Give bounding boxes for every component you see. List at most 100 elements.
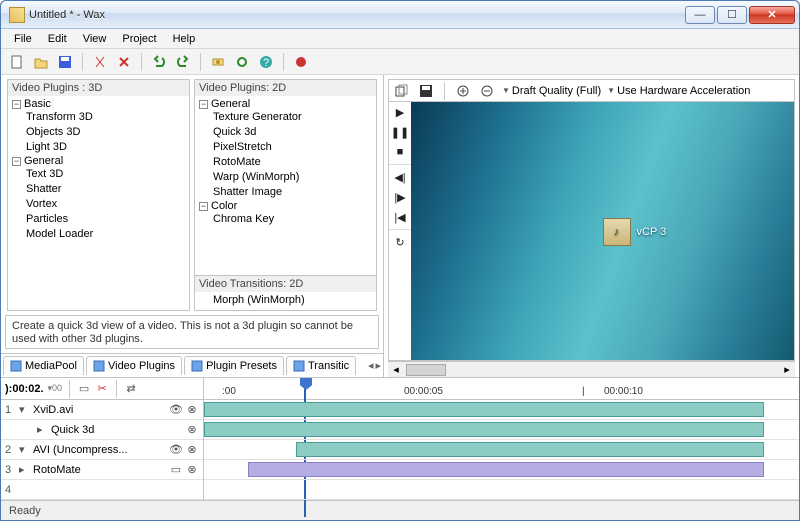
- scroll-right-icon[interactable]: ▸: [779, 363, 795, 376]
- zoom-out-icon[interactable]: [478, 82, 496, 100]
- track-header[interactable]: 4: [1, 480, 203, 500]
- accel-dropdown[interactable]: ▼Use Hardware Acceleration: [607, 85, 750, 97]
- clip[interactable]: [248, 462, 764, 477]
- undo-icon[interactable]: [149, 52, 169, 72]
- scroll-thumb[interactable]: [406, 364, 446, 376]
- clip[interactable]: [204, 402, 764, 417]
- clip[interactable]: [204, 422, 764, 437]
- close-button[interactable]: ✕: [749, 6, 795, 24]
- menu-edit[interactable]: Edit: [41, 31, 74, 47]
- close-icon[interactable]: ⊗: [185, 443, 199, 457]
- tree-item[interactable]: Text 3D: [26, 167, 185, 182]
- tree-item[interactable]: Texture Generator: [213, 110, 372, 125]
- track-row[interactable]: [204, 480, 799, 500]
- expander-icon[interactable]: ▸: [19, 463, 29, 476]
- close-icon[interactable]: ⊗: [185, 423, 199, 437]
- tree-item[interactable]: Light 3D: [26, 140, 185, 155]
- tree-group[interactable]: −Basic: [12, 98, 185, 110]
- tree-item[interactable]: Transform 3D: [26, 110, 185, 125]
- open-icon[interactable]: [31, 52, 51, 72]
- expander-icon[interactable]: −: [199, 100, 208, 109]
- help-icon[interactable]: ?: [256, 52, 276, 72]
- tree-item[interactable]: Objects 3D: [26, 125, 185, 140]
- save-frame-icon[interactable]: [417, 82, 435, 100]
- eye-icon[interactable]: 👁: [169, 403, 183, 417]
- tree-item[interactable]: Particles: [26, 212, 185, 227]
- menu-file[interactable]: File: [7, 31, 39, 47]
- tree-group[interactable]: −General: [199, 98, 372, 110]
- tab-scroll-left-icon[interactable]: ◂: [368, 359, 374, 372]
- preview-scrollbar[interactable]: ◂ ▸: [388, 361, 795, 377]
- timeline-tool-2-icon[interactable]: ✂: [95, 382, 109, 396]
- tree-item[interactable]: Shatter: [26, 182, 185, 197]
- close-icon[interactable]: ⊗: [185, 463, 199, 477]
- goto-start-icon[interactable]: ◀|: [389, 167, 411, 187]
- tab-plugin-presets[interactable]: Plugin Presets: [184, 356, 284, 375]
- plugins-2d-tree[interactable]: −GeneralTexture GeneratorQuick 3dPixelSt…: [195, 96, 376, 275]
- delete-icon[interactable]: [114, 52, 134, 72]
- record-icon[interactable]: [291, 52, 311, 72]
- track-header[interactable]: 3▸RotoMate▭⊗: [1, 460, 203, 480]
- timeline-tool-3-icon[interactable]: ⇄: [124, 382, 138, 396]
- expander-icon[interactable]: ▾: [19, 403, 29, 416]
- expander-icon[interactable]: −: [199, 202, 208, 211]
- eye-icon[interactable]: 👁: [169, 443, 183, 457]
- clip[interactable]: [296, 442, 764, 457]
- track-header[interactable]: 1▾XviD.avi👁⊗: [1, 400, 203, 420]
- track-row[interactable]: [204, 420, 799, 440]
- track-header[interactable]: ▸Quick 3d⊗: [1, 420, 203, 440]
- title-bar[interactable]: Untitled * - Wax — ☐ ✕: [1, 1, 799, 29]
- expander-icon[interactable]: ▸: [37, 423, 47, 436]
- cam-icon[interactable]: ▭: [169, 463, 183, 477]
- expander-icon[interactable]: ▾: [19, 443, 29, 456]
- preview-clip[interactable]: ♪ vCP 3: [603, 218, 667, 246]
- zoom-in-icon[interactable]: [454, 82, 472, 100]
- track-clips[interactable]: [204, 400, 799, 500]
- close-icon[interactable]: ⊗: [185, 403, 199, 417]
- quality-dropdown[interactable]: ▼Draft Quality (Full): [502, 85, 601, 97]
- stop-icon[interactable]: ■: [389, 142, 411, 162]
- tab-transitic[interactable]: Transitic: [286, 356, 356, 375]
- expander-icon[interactable]: −: [12, 157, 21, 166]
- transitions-2d-list[interactable]: Morph (WinMorph): [195, 292, 376, 310]
- timeline-tool-1-icon[interactable]: ▭: [77, 382, 91, 396]
- play-icon[interactable]: ▶: [389, 102, 411, 122]
- expander-icon[interactable]: −: [12, 100, 21, 109]
- tree-item[interactable]: Model Loader: [26, 227, 185, 242]
- tab-mediapool[interactable]: MediaPool: [3, 356, 84, 375]
- save-icon[interactable]: [55, 52, 75, 72]
- tree-item[interactable]: Morph (WinMorph): [213, 294, 370, 306]
- menu-project[interactable]: Project: [115, 31, 163, 47]
- track-header[interactable]: 2▾AVI (Uncompress...👁⊗: [1, 440, 203, 460]
- minimize-button[interactable]: —: [685, 6, 715, 24]
- redo-icon[interactable]: [173, 52, 193, 72]
- tree-item[interactable]: Vortex: [26, 197, 185, 212]
- track-row[interactable]: [204, 400, 799, 420]
- timecode-display[interactable]: ):00:02.: [5, 383, 44, 395]
- plugins-3d-tree[interactable]: −BasicTransform 3DObjects 3DLight 3D−Gen…: [8, 96, 189, 310]
- scroll-left-icon[interactable]: ◂: [388, 363, 404, 376]
- menu-help[interactable]: Help: [166, 31, 203, 47]
- preview-viewport[interactable]: ♪ vCP 3: [411, 102, 794, 360]
- tree-item[interactable]: Chroma Key: [213, 212, 372, 227]
- render-icon[interactable]: [208, 52, 228, 72]
- loop-icon[interactable]: ↻: [389, 232, 411, 252]
- pause-icon[interactable]: ❚❚: [389, 122, 411, 142]
- tree-item[interactable]: Quick 3d: [213, 125, 372, 140]
- tree-group[interactable]: −Color: [199, 200, 372, 212]
- tree-item[interactable]: Warp (WinMorph): [213, 170, 372, 185]
- copy-icon[interactable]: [393, 82, 411, 100]
- maximize-button[interactable]: ☐: [717, 6, 747, 24]
- menu-view[interactable]: View: [76, 31, 114, 47]
- tree-item[interactable]: Shatter Image: [213, 185, 372, 200]
- prefs-icon[interactable]: [232, 52, 252, 72]
- new-icon[interactable]: [7, 52, 27, 72]
- goto-end-icon[interactable]: |◀: [389, 207, 411, 227]
- timeline-ruler[interactable]: :0000:00:05|00:00:10: [204, 378, 799, 399]
- step-frame-icon[interactable]: |▶: [389, 187, 411, 207]
- tree-item[interactable]: PixelStretch: [213, 140, 372, 155]
- cut-icon[interactable]: [90, 52, 110, 72]
- tab-scroll-right-icon[interactable]: ▸: [375, 359, 381, 372]
- tree-group[interactable]: −General: [12, 155, 185, 167]
- tree-item[interactable]: RotoMate: [213, 155, 372, 170]
